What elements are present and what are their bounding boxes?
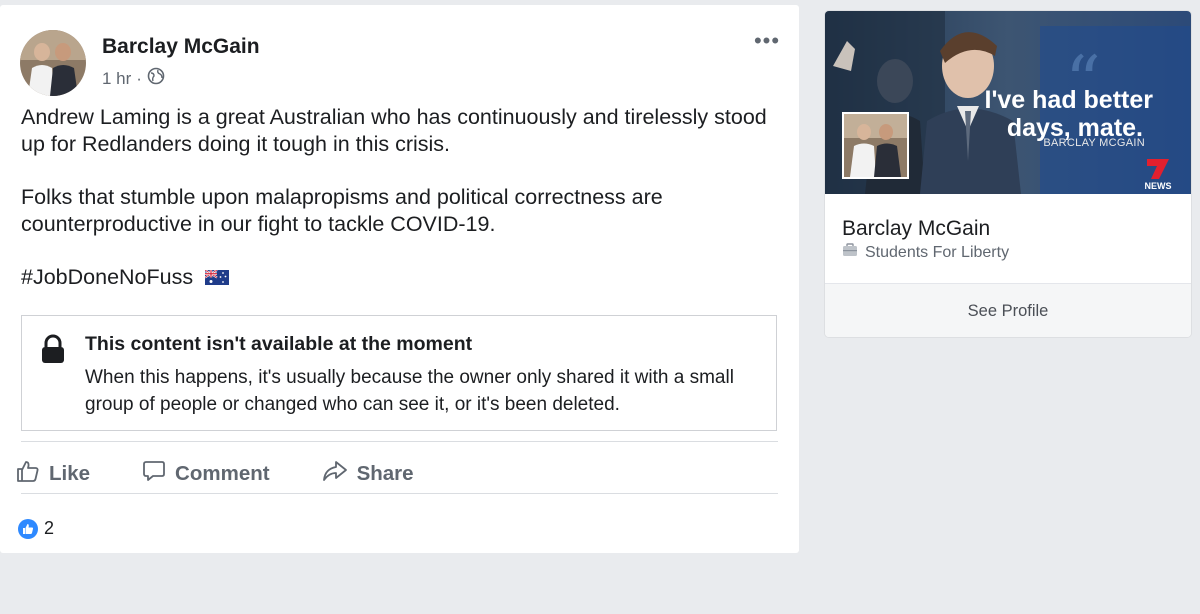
actions-bottom-divider [21,493,778,494]
post-paragraph: Folks that stumble upon malapropisms and… [21,185,663,236]
meta-separator: · [136,68,142,88]
share-label: Share [356,462,414,485]
see-profile-button[interactable]: See Profile [825,283,1191,337]
globe-icon[interactable] [147,67,165,90]
share-arrow-icon [322,459,348,489]
post-meta: 1 hr · [102,67,165,90]
briefcase-icon [842,243,858,262]
post-text: Andrew Laming is a great Australian who … [21,104,781,291]
post-paragraph: Andrew Laming is a great Australian who … [21,105,767,156]
seven-news-logo: NEWS [1143,157,1173,191]
lock-icon [40,334,66,369]
comment-label: Comment [175,462,270,485]
cover-quote-attribution: BARCLAY MCGAIN [1043,137,1145,149]
comment-button[interactable]: Comment [142,459,270,489]
profile-card: “ I've had better days, mate. BARCLAY MC… [825,11,1191,337]
profile-name[interactable]: Barclay McGain [842,217,990,241]
cover-quote-line1: I've had better [984,86,1154,114]
actions-top-divider [21,441,778,442]
more-options-button[interactable]: ••• [751,30,783,55]
notice-body: When this happens, it's usually because … [85,367,734,415]
post-card: Barclay McGain 1 hr · ••• Andrew Laming … [0,5,799,553]
like-label: Like [49,462,91,485]
author-avatar[interactable] [20,30,86,96]
cover-photo[interactable]: “ I've had better days, mate. BARCLAY MC… [825,11,1191,196]
share-button[interactable]: Share [322,459,414,489]
thumbs-up-icon [16,459,40,489]
reaction-summary[interactable]: 2 [18,518,54,539]
post-actions: Like Comment Share [16,457,466,491]
workplace-label: Students For Liberty [865,243,1010,261]
like-button[interactable]: Like [16,459,90,489]
unavailable-content-notice: This content isn't available at the mome… [21,315,777,431]
comment-icon [142,459,166,489]
australia-flag-icon [204,265,230,285]
author-name[interactable]: Barclay McGain [102,35,260,59]
hashtag-link[interactable]: #JobDoneNoFuss [21,265,193,289]
post-timestamp[interactable]: 1 hr [102,69,131,89]
notice-title: This content isn't available at the mome… [85,333,473,355]
profile-workplace: Students For Liberty [842,243,1009,262]
hashtag-line: #JobDoneNoFuss [21,264,781,291]
news-logo-text: NEWS [1144,181,1172,191]
reaction-count: 2 [44,518,55,538]
profile-thumbnail[interactable] [842,112,909,179]
like-reaction-icon [18,518,38,539]
